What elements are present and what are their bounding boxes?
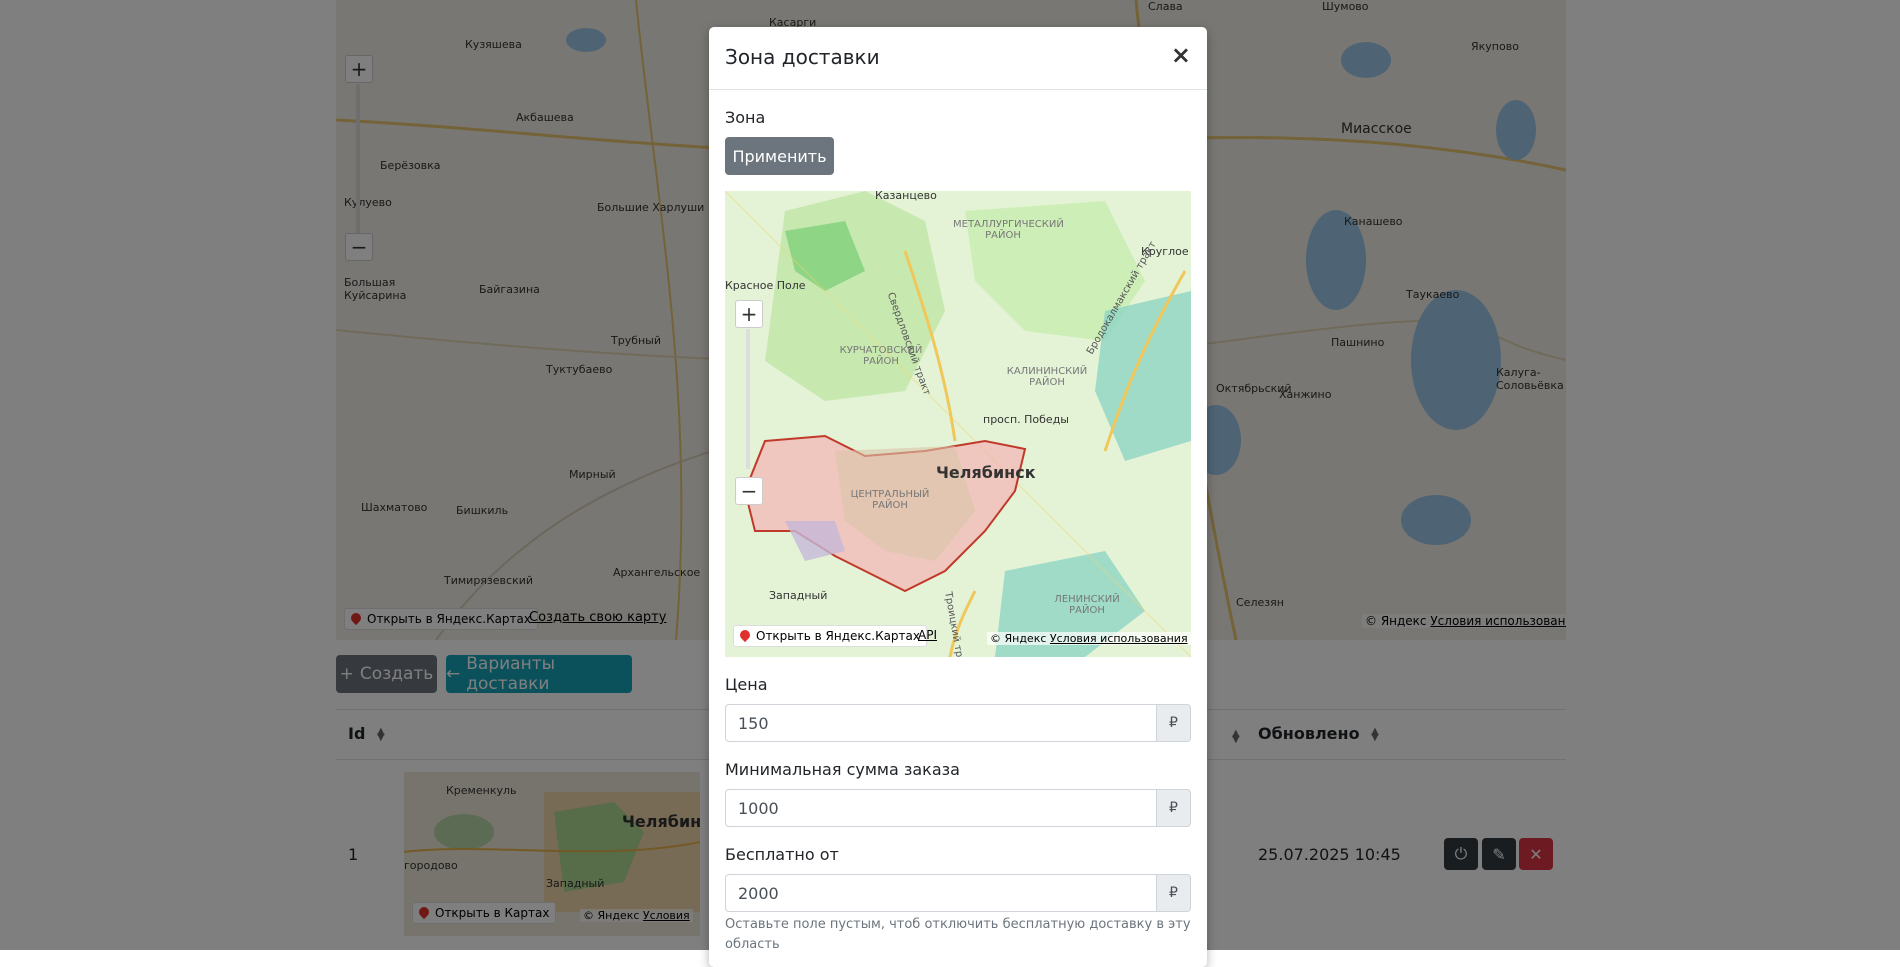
map-label: Западный — [769, 589, 828, 602]
zone-map-copyright: © Яндекс Условия использования — [987, 632, 1191, 645]
zone-map[interactable]: Казанцево МЕТАЛЛУРГИЧЕСКИЙ РАЙОН Круглое… — [725, 191, 1191, 657]
map-label: МЕТАЛЛУРГИЧЕСКИЙ РАЙОН — [953, 219, 1064, 241]
zone-map-shapes — [725, 191, 1191, 657]
price-input-group: ₽ — [725, 704, 1191, 742]
price-input[interactable] — [725, 704, 1157, 742]
price-label: Цена — [725, 675, 768, 694]
minus-icon: − — [740, 479, 758, 503]
currency-addon: ₽ — [1156, 704, 1191, 742]
zone-zoom-in-button[interactable]: + — [735, 300, 763, 328]
modal-title: Зона доставки — [725, 45, 880, 69]
map-label: просп. Победы — [983, 413, 1069, 426]
map-city-label: Челябинск — [936, 463, 1036, 482]
zone-open-label: Открыть в Яндекс.Картах — [756, 629, 920, 643]
free-from-help: Оставьте поле пустым, чтоб отключить бес… — [725, 917, 1191, 952]
zone-zoom-out-button[interactable]: − — [735, 477, 763, 505]
zone-open-in-yandex-button[interactable]: Открыть в Яндекс.Картах — [733, 625, 927, 647]
min-sum-label: Минимальная сумма заказа — [725, 760, 960, 779]
free-from-input-group: ₽ — [725, 874, 1191, 912]
plus-icon: + — [740, 302, 758, 326]
currency-addon: ₽ — [1156, 874, 1191, 912]
currency-addon: ₽ — [1156, 789, 1191, 827]
map-label: Казанцево — [875, 191, 937, 202]
apply-button[interactable]: Применить — [725, 137, 834, 175]
modal-header: Зона доставки × — [709, 27, 1207, 90]
map-label: ЦЕНТРАЛЬНЫЙ РАЙОН — [850, 489, 930, 511]
zone-label: Зона — [725, 108, 766, 127]
close-button[interactable]: × — [1171, 41, 1191, 69]
terms-link[interactable]: Условия использования — [1050, 632, 1188, 645]
free-from-label: Бесплатно от — [725, 845, 839, 864]
min-sum-input-group: ₽ — [725, 789, 1191, 827]
copyright-text: © Яндекс — [990, 632, 1047, 645]
min-sum-input[interactable] — [725, 789, 1157, 827]
zone-zoom-slider[interactable] — [746, 329, 750, 469]
map-label: Красное Поле — [725, 279, 806, 292]
map-label: ЛЕНИНСКИЙ РАЙОН — [1054, 594, 1120, 616]
free-from-input[interactable] — [725, 874, 1157, 912]
map-label: КАЛИНИНСКИЙ РАЙОН — [1006, 366, 1088, 388]
zone-api-link[interactable]: API — [918, 628, 937, 642]
delivery-zone-modal: Зона доставки × Зона Применить Казанцево… — [709, 27, 1207, 967]
map-pin-icon — [737, 627, 753, 643]
